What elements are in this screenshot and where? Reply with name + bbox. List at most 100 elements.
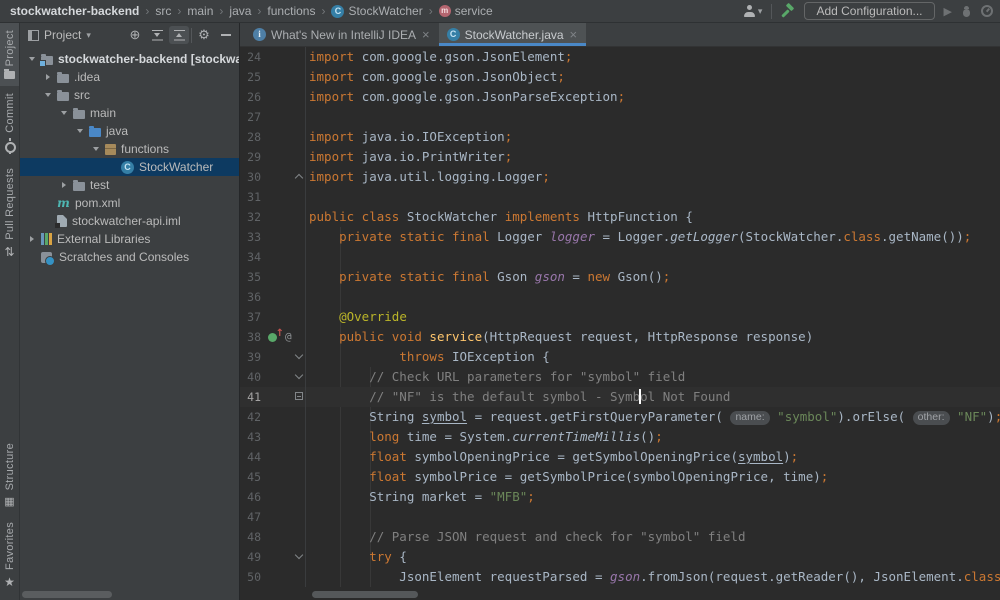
- chevron-down-icon[interactable]: [76, 129, 84, 133]
- editor-tab-what-s-new-in-intellij-idea[interactable]: iWhat's New in IntelliJ IDEA×: [245, 23, 439, 46]
- tree-item-test[interactable]: test: [20, 176, 239, 194]
- chevron-down-icon[interactable]: [44, 93, 52, 97]
- close-tab-icon[interactable]: ×: [569, 28, 579, 41]
- code-text[interactable]: public void service(HttpRequest request,…: [305, 327, 813, 347]
- close-tab-icon[interactable]: ×: [421, 28, 431, 41]
- line-number[interactable]: 40: [240, 367, 266, 387]
- line-number[interactable]: 32: [240, 207, 266, 227]
- user-menu-button[interactable]: ▾: [742, 4, 764, 18]
- code-text[interactable]: import com.google.gson.JsonParseExceptio…: [305, 87, 625, 107]
- line-number[interactable]: 34: [240, 247, 266, 267]
- tool-window-button-commit[interactable]: Commit: [0, 86, 19, 161]
- expand-all-button[interactable]: [147, 26, 167, 44]
- editor-scrollbar[interactable]: [312, 591, 418, 598]
- breadcrumb-item[interactable]: main: [187, 4, 213, 18]
- line-number[interactable]: 28: [240, 127, 266, 147]
- tree-item-scratches-and-consoles[interactable]: Scratches and Consoles: [20, 248, 239, 266]
- code-text[interactable]: import java.util.logging.Logger;: [305, 167, 550, 187]
- line-number[interactable]: 46: [240, 487, 266, 507]
- tree-item-stockwatcher[interactable]: CStockWatcher: [20, 158, 239, 176]
- line-number[interactable]: 36: [240, 287, 266, 307]
- line-number[interactable]: 39: [240, 347, 266, 367]
- line-number[interactable]: 33: [240, 227, 266, 247]
- code-text[interactable]: long time = System.currentTimeMillis();: [305, 427, 663, 447]
- code-text[interactable]: [305, 507, 309, 527]
- code-text[interactable]: throws IOException {: [305, 347, 550, 367]
- run-button[interactable]: ▶: [943, 4, 953, 19]
- breadcrumb-item[interactable]: functions: [267, 4, 315, 18]
- collapse-all-button[interactable]: [169, 26, 189, 44]
- breadcrumb-item[interactable]: src: [155, 4, 171, 18]
- tree-item-main[interactable]: main: [20, 104, 239, 122]
- project-panel-scrollbar[interactable]: [22, 591, 112, 598]
- line-number[interactable]: 50: [240, 567, 266, 587]
- overriding-method-icon[interactable]: [268, 333, 277, 342]
- tree-item-stockwatcher-api-iml[interactable]: stockwatcher-api.iml: [20, 212, 239, 230]
- locate-file-button[interactable]: ⊕: [125, 26, 145, 44]
- tree-item-stockwatcher-backend-stockwatche[interactable]: stockwatcher-backend [stockwatche: [20, 50, 239, 68]
- tree-item-src[interactable]: src: [20, 86, 239, 104]
- breadcrumb-item[interactable]: java: [229, 4, 251, 18]
- line-number[interactable]: 25: [240, 67, 266, 87]
- code-text[interactable]: @Override: [305, 307, 407, 327]
- code-text[interactable]: import com.google.gson.JsonElement;: [305, 47, 572, 67]
- tool-window-button-project[interactable]: Project: [0, 23, 19, 86]
- code-text[interactable]: [305, 247, 309, 267]
- code-text[interactable]: [305, 287, 309, 307]
- debug-button[interactable]: [961, 5, 972, 18]
- add-configuration-button[interactable]: Add Configuration...: [804, 2, 934, 20]
- code-text[interactable]: float symbolOpeningPrice = getSymbolOpen…: [305, 447, 798, 467]
- code-text[interactable]: // Parse JSON request and check for "sym…: [305, 527, 746, 547]
- line-number[interactable]: 29: [240, 147, 266, 167]
- fold-marker-icon[interactable]: [294, 174, 302, 182]
- breadcrumb-item[interactable]: mservice: [439, 4, 493, 18]
- settings-button[interactable]: ⚙: [194, 26, 214, 44]
- code-text[interactable]: String symbol = request.getFirstQueryPar…: [305, 407, 1000, 427]
- code-text[interactable]: try {: [305, 547, 407, 567]
- tree-item-java[interactable]: java: [20, 122, 239, 140]
- tree-item-functions[interactable]: functions: [20, 140, 239, 158]
- line-number[interactable]: 45: [240, 467, 266, 487]
- line-number[interactable]: 37: [240, 307, 266, 327]
- line-number[interactable]: 49: [240, 547, 266, 567]
- code-text[interactable]: public class StockWatcher implements Htt…: [305, 207, 693, 227]
- code-text[interactable]: import java.io.PrintWriter;: [305, 147, 512, 167]
- chevron-right-icon[interactable]: [44, 74, 52, 80]
- line-number[interactable]: 47: [240, 507, 266, 527]
- chevron-down-icon[interactable]: [28, 57, 36, 61]
- breadcrumb-item[interactable]: CStockWatcher: [331, 4, 422, 18]
- tool-window-button-pull-requests[interactable]: Pull Requests⇅: [0, 161, 19, 266]
- tree-item-idea[interactable]: .idea: [20, 68, 239, 86]
- profiler-button[interactable]: [980, 4, 994, 18]
- build-project-button[interactable]: [780, 3, 796, 19]
- code-text[interactable]: [305, 107, 309, 127]
- line-number[interactable]: 43: [240, 427, 266, 447]
- fold-marker-icon[interactable]: [295, 392, 303, 400]
- chevron-down-icon[interactable]: [92, 147, 100, 151]
- fold-marker-icon[interactable]: [294, 551, 302, 559]
- code-text[interactable]: float symbolPrice = getSymbolPrice(symbo…: [305, 467, 828, 487]
- code-text[interactable]: [305, 187, 309, 207]
- tree-item-pom-xml[interactable]: mpom.xml: [20, 194, 239, 212]
- breadcrumb-item[interactable]: stockwatcher-backend: [10, 4, 139, 18]
- fold-marker-icon[interactable]: [294, 371, 302, 379]
- tool-window-button-structure[interactable]: Structure▦: [0, 436, 19, 515]
- line-number[interactable]: 30: [240, 167, 266, 187]
- hide-button[interactable]: [216, 26, 236, 44]
- line-number[interactable]: 38: [240, 327, 266, 347]
- line-number[interactable]: 48: [240, 527, 266, 547]
- line-number[interactable]: 42: [240, 407, 266, 427]
- code-text[interactable]: String market = "MFB";: [305, 487, 535, 507]
- line-number[interactable]: 24: [240, 47, 266, 67]
- project-panel-title[interactable]: Project: [44, 28, 81, 42]
- chevron-down-icon[interactable]: ▾: [86, 30, 91, 41]
- code-text[interactable]: import java.io.IOException;: [305, 127, 512, 147]
- tree-item-external-libraries[interactable]: External Libraries: [20, 230, 239, 248]
- code-text[interactable]: // "NF" is the default symbol - Symbol N…: [305, 387, 730, 407]
- line-number[interactable]: 31: [240, 187, 266, 207]
- line-number[interactable]: 27: [240, 107, 266, 127]
- line-number[interactable]: 35: [240, 267, 266, 287]
- chevron-right-icon[interactable]: [60, 182, 68, 188]
- line-number[interactable]: 41: [240, 387, 266, 407]
- code-text[interactable]: private static final Gson gson = new Gso…: [305, 267, 670, 287]
